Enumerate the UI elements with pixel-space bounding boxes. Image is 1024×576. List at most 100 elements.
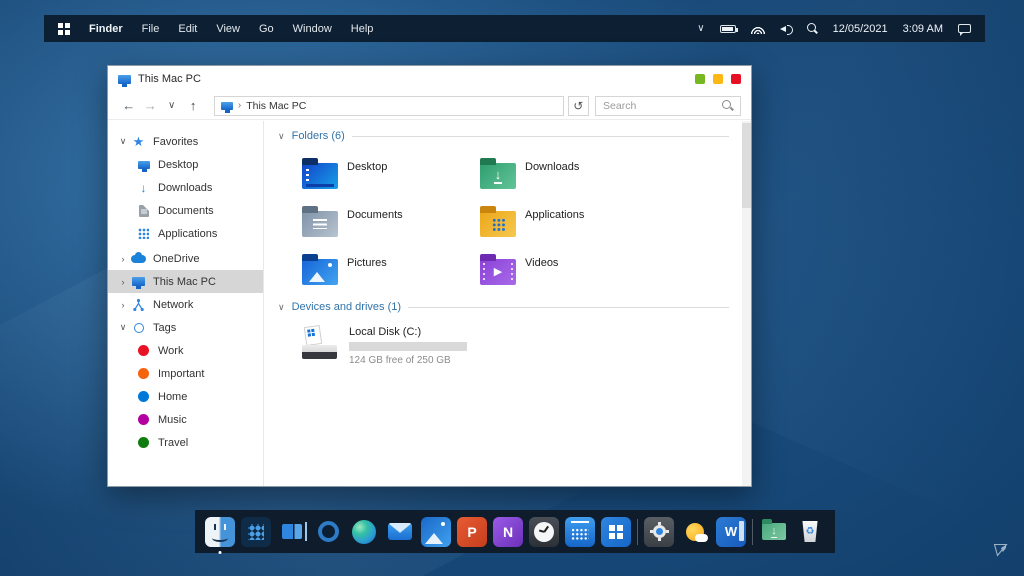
monitor-icon <box>118 75 131 84</box>
chevron-down-icon[interactable]: ∨ <box>278 131 285 142</box>
hard-drive-icon <box>302 326 340 359</box>
sidebar-item-favorites[interactable]: ∨ ★ Favorites <box>108 130 263 153</box>
document-icon <box>139 205 149 217</box>
cloud-icon <box>131 255 146 263</box>
dock-finder-icon[interactable] <box>205 517 235 547</box>
window-titlebar[interactable]: This Mac PC <box>108 66 751 92</box>
folder-tile-applications[interactable]: Applications <box>480 204 658 237</box>
dock-mail-icon[interactable] <box>385 517 415 547</box>
sidebar-tag-home[interactable]: Home <box>108 385 263 408</box>
volume-icon[interactable] <box>780 24 792 34</box>
folders-section-header[interactable]: ∨ Folders (6) <box>278 128 729 144</box>
tag-dot-icon <box>138 437 149 448</box>
scrollbar-track[interactable] <box>742 121 751 486</box>
battery-icon[interactable] <box>720 25 736 33</box>
folder-tile-desktop[interactable]: Desktop <box>302 156 480 189</box>
sidebar-tag-travel[interactable]: Travel <box>108 431 263 454</box>
chevron-right-icon[interactable]: › <box>116 254 130 264</box>
section-divider-line <box>352 136 729 137</box>
drive-tile-local-disk[interactable]: Local Disk (C:) 124 GB free of 250 GB <box>302 326 751 366</box>
windows-logo-icon[interactable] <box>58 23 70 35</box>
dock-edge-icon[interactable] <box>349 517 379 547</box>
tray-date[interactable]: 12/05/2021 <box>833 23 888 35</box>
navigation-toolbar: ← → ∨ ↑ › This Mac PC ↺ <box>108 92 751 120</box>
menu-file[interactable]: File <box>142 23 160 35</box>
scrollbar-thumb[interactable] <box>742 123 751 208</box>
menu-edit[interactable]: Edit <box>178 23 197 35</box>
tag-circle-icon <box>134 323 144 333</box>
dock-recycle-bin-icon[interactable]: ♻ <box>795 517 825 547</box>
wifi-icon[interactable] <box>751 24 765 34</box>
folder-tile-pictures[interactable]: Pictures <box>302 252 480 285</box>
maximize-button[interactable] <box>713 74 723 84</box>
chevron-right-icon[interactable]: › <box>116 300 130 310</box>
app-grid-icon <box>138 228 149 239</box>
videos-folder-icon: ▶ <box>480 259 516 285</box>
notifications-icon[interactable] <box>958 24 971 33</box>
close-button[interactable] <box>731 74 741 84</box>
sidebar-item-desktop[interactable]: Desktop <box>108 153 263 176</box>
drive-usage-bar <box>349 342 467 351</box>
dock-downloads-icon[interactable]: ↓ <box>759 517 789 547</box>
address-bar[interactable]: › This Mac PC <box>214 96 564 116</box>
tag-dot-icon <box>138 368 149 379</box>
dock-settings-icon[interactable] <box>644 517 674 547</box>
tag-dot-icon <box>138 345 149 356</box>
desktop-folder-icon <box>302 163 338 189</box>
sidebar-item-this-mac-pc[interactable]: › This Mac PC <box>108 270 263 293</box>
search-box[interactable] <box>595 96 741 116</box>
devices-section-header[interactable]: ∨ Devices and drives (1) <box>278 299 729 315</box>
tray-time[interactable]: 3:09 AM <box>903 23 943 35</box>
sidebar-tag-important[interactable]: Important <box>108 362 263 385</box>
menu-window[interactable]: Window <box>293 23 332 35</box>
menu-app-name[interactable]: Finder <box>89 23 123 35</box>
dock-powerpoint-icon[interactable]: P <box>457 517 487 547</box>
dock-launchpad-icon[interactable] <box>241 517 271 547</box>
search-input[interactable] <box>603 100 722 112</box>
menu-view[interactable]: View <box>216 23 240 35</box>
chevron-down-icon[interactable]: ∨ <box>116 322 130 333</box>
chevron-right-icon[interactable]: › <box>116 277 130 287</box>
window-title: This Mac PC <box>138 73 201 85</box>
recent-locations-chevron-icon[interactable]: ∨ <box>161 101 182 111</box>
dock-photos-icon[interactable] <box>421 517 451 547</box>
dock-onenote-icon[interactable]: N <box>493 517 523 547</box>
menu-go[interactable]: Go <box>259 23 274 35</box>
sidebar-tag-work[interactable]: Work <box>108 339 263 362</box>
sidebar-item-applications[interactable]: Applications <box>108 222 263 245</box>
chevron-down-icon[interactable]: ∨ <box>278 302 285 313</box>
drive-free-space: 124 GB free of 250 GB <box>349 355 467 366</box>
documents-folder-icon <box>302 211 338 237</box>
sidebar-item-onedrive[interactable]: › OneDrive <box>108 247 263 270</box>
dock-separator <box>752 519 753 545</box>
dock-calendar-icon[interactable] <box>565 517 595 547</box>
downloads-folder-icon: ↓ <box>480 163 516 189</box>
up-button[interactable]: ↑ <box>182 99 203 112</box>
folder-tile-videos[interactable]: ▶ Videos <box>480 252 658 285</box>
dock-word-icon[interactable]: W <box>716 517 746 547</box>
chevron-down-icon[interactable]: ∨ <box>116 136 130 147</box>
dock-ring-app-icon[interactable] <box>313 517 343 547</box>
tray-expand-chevron-icon[interactable]: ∨ <box>697 23 704 34</box>
dock-weather-icon[interactable] <box>680 517 710 547</box>
dock-start-icon[interactable] <box>601 517 631 547</box>
sidebar-tag-music[interactable]: Music <box>108 408 263 431</box>
refresh-button[interactable]: ↺ <box>568 96 590 116</box>
sidebar-item-tags[interactable]: ∨ Tags <box>108 316 263 339</box>
dock-clock-icon[interactable] <box>529 517 559 547</box>
minimize-button[interactable] <box>695 74 705 84</box>
forward-button[interactable]: → <box>139 99 160 112</box>
dock-task-view-icon[interactable] <box>277 517 307 547</box>
sidebar-item-documents[interactable]: Documents <box>108 199 263 222</box>
menu-help[interactable]: Help <box>351 23 374 35</box>
sidebar-item-network[interactable]: › Network <box>108 293 263 316</box>
folder-tile-downloads[interactable]: ↓ Downloads <box>480 156 658 189</box>
back-button[interactable]: ← <box>118 99 139 112</box>
tag-dot-icon <box>138 391 149 402</box>
sidebar-item-downloads[interactable]: ↓ Downloads <box>108 176 263 199</box>
folder-tile-documents[interactable]: Documents <box>302 204 480 237</box>
section-divider-line <box>408 307 729 308</box>
star-icon: ★ <box>133 135 145 148</box>
search-icon[interactable] <box>807 23 818 34</box>
breadcrumb[interactable]: This Mac PC <box>246 100 306 112</box>
